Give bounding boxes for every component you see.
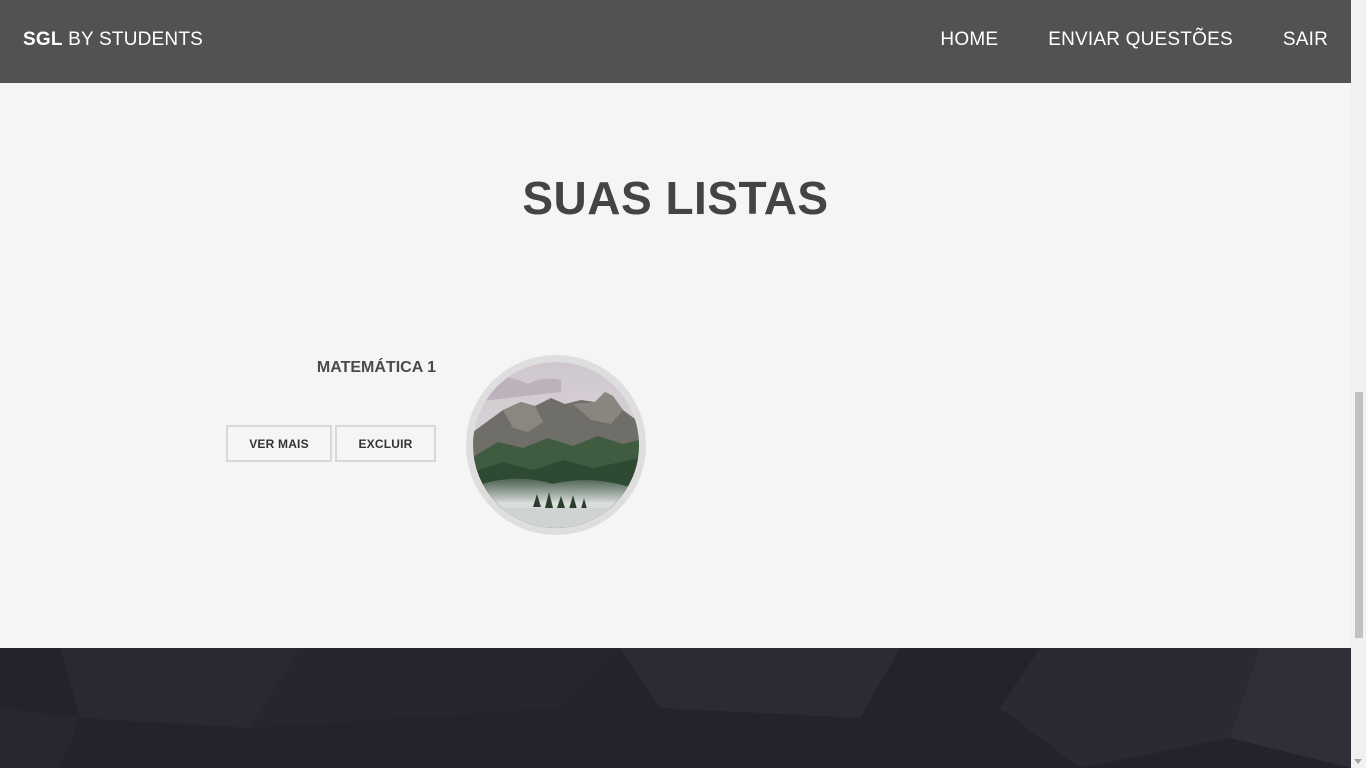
lists-section: SUAS LISTAS MATEMÁTICA 1 VER MAIS EXCLUI… (0, 83, 1351, 648)
scroll-down-arrow-icon[interactable] (1354, 759, 1362, 764)
list-thumbnail-image[interactable] (466, 355, 646, 535)
brand-bold: SGL (23, 29, 63, 50)
ver-mais-button[interactable]: VER MAIS (226, 425, 332, 462)
nav-home-link[interactable]: HOME (940, 29, 998, 51)
page-title: SUAS LISTAS (522, 172, 829, 224)
vertical-scrollbar[interactable] (1351, 0, 1366, 768)
brand-rest: BY STUDENTS (62, 29, 204, 50)
mountain-landscape-icon (473, 362, 639, 528)
scrollbar-thumb[interactable] (1355, 392, 1363, 638)
footer-background-pattern (0, 648, 1351, 768)
page: SGL BY STUDENTS HOME ENVIAR QUESTÕES SAI… (0, 0, 1366, 768)
navbar: SGL BY STUDENTS HOME ENVIAR QUESTÕES SAI… (0, 0, 1351, 83)
footer (0, 648, 1351, 768)
list-title: MATEMÁTICA 1 (316, 359, 436, 376)
nav-sair-link[interactable]: SAIR (1283, 29, 1328, 51)
nav-enviar-questoes-link[interactable]: ENVIAR QUESTÕES (1048, 29, 1233, 51)
brand-logo[interactable]: SGL BY STUDENTS (23, 29, 203, 51)
excluir-button[interactable]: EXCLUIR (335, 425, 436, 462)
list-item: MATEMÁTICA 1 VER MAIS EXCLUIR (226, 355, 646, 537)
nav-links: HOME ENVIAR QUESTÕES SAIR (940, 29, 1328, 51)
